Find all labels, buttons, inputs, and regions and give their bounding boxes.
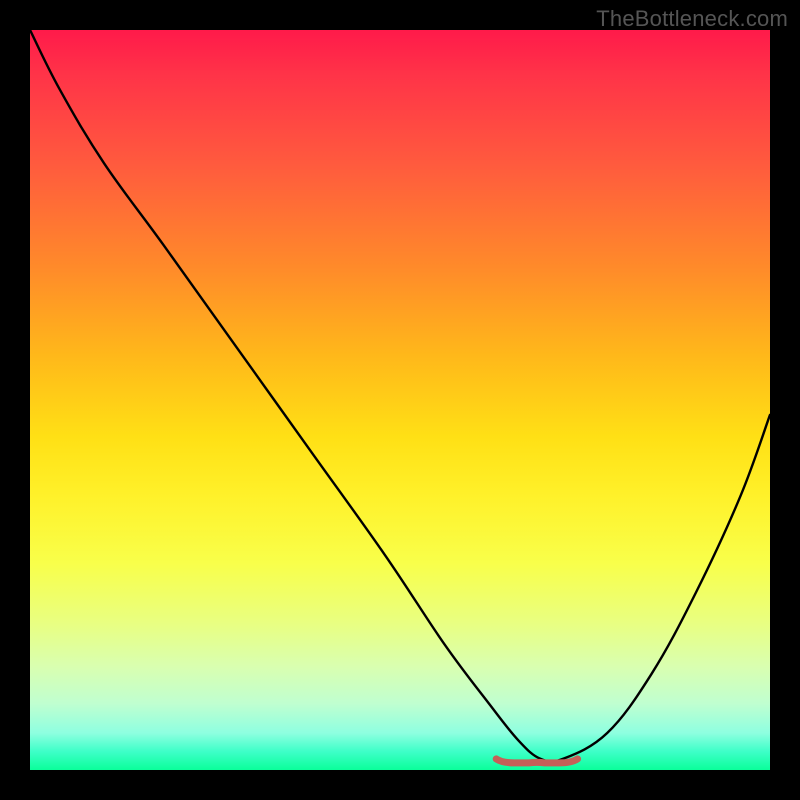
bottleneck-curve [30, 30, 770, 762]
curve-svg [30, 30, 770, 770]
plot-area [30, 30, 770, 770]
optimal-range-segment [496, 759, 577, 763]
chart-container: TheBottleneck.com [0, 0, 800, 800]
watermark-text: TheBottleneck.com [596, 6, 788, 32]
